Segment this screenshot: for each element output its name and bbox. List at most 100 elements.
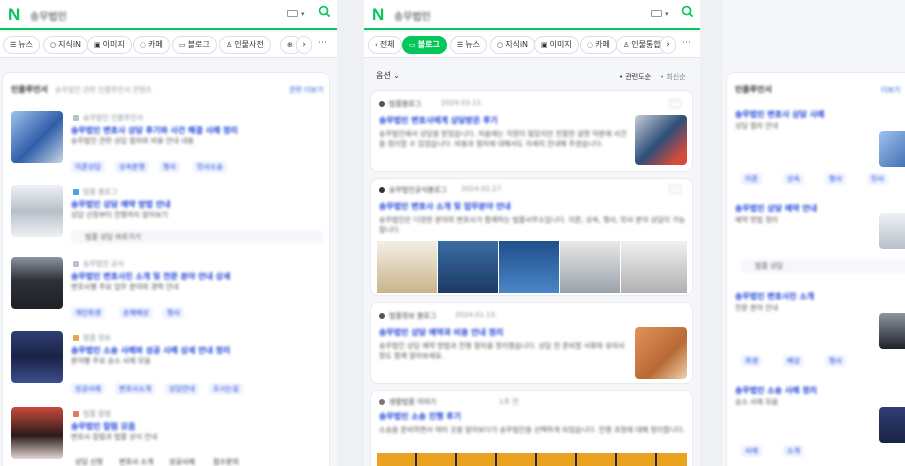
section-more-link[interactable]: 관련 더보기 [289,85,323,95]
result-thumbnail[interactable] [11,111,63,163]
sort-latest[interactable]: • 최신순 [660,72,686,82]
result-source[interactable]: 법률 칼럼 [83,409,111,419]
keyword-chip[interactable]: 배상 [783,355,804,367]
result-thumbnail[interactable] [879,213,905,249]
post-author[interactable]: 송무법인공식블로그 [389,185,447,195]
keyword-chip[interactable]: 상담 신청 [71,456,107,466]
keyword-chip[interactable]: 상속분쟁 [115,161,149,173]
result-title[interactable]: 송무법인 변호사 상담 사례 [735,109,875,120]
keyword-chip[interactable]: 손해배상 [119,307,153,319]
tab-image[interactable]: ▣ 이미지 [87,36,132,54]
post-image[interactable] [499,241,559,293]
search-icon[interactable] [681,5,694,18]
keyword-chip[interactable]: 형사 [159,161,180,173]
result-title[interactable]: 송무법인 변호사진 소개 [735,291,875,302]
tab-cafe[interactable]: ◌ 카페 [580,36,617,54]
post-title[interactable]: 송무법인 변호사 소개 및 업무분야 안내 [379,201,679,212]
keyword-chip[interactable]: 성공사례 [165,456,199,466]
chevron-down-icon[interactable]: ▾ [301,10,305,18]
tab-blog[interactable]: ▭ 블로그 [172,36,217,54]
result-source[interactable]: 법률 정보 [83,333,111,343]
post-title[interactable]: 송무법인 소송 진행 후기 [379,411,679,422]
keyword-chip[interactable]: 상속 [783,173,804,185]
tabs-next-button[interactable]: › [296,36,312,54]
result-title[interactable]: 송무법인 상담 예약 방법 안내 [71,199,323,210]
post-title[interactable]: 송무법인 변호사에게 상담받은 후기 [379,115,629,126]
influencer-section: 인플루언서 더보기 송무법인 변호사 상담 사례 상담 절차 안내 이혼 상속 … [726,72,905,466]
result-thumbnail[interactable] [11,185,63,237]
result-title[interactable]: 송무법인 변호사진 소개 및 전문 분야 안내 상세 [71,271,323,282]
post-author[interactable]: 생활법률 이야기 [389,397,436,407]
keyword-chip[interactable]: 형사 [825,355,846,367]
result-thumbnail[interactable] [879,131,905,167]
tab-news[interactable]: ☰ 뉴스 [3,36,41,54]
keyword-chip[interactable]: 회생 [741,355,762,367]
keyword-chip[interactable]: 변호사소개 [115,383,156,395]
tab-news[interactable]: ☰ 뉴스 [450,36,488,54]
post-thumbnail[interactable] [635,115,687,165]
result-thumbnail[interactable] [879,407,905,443]
more-icon[interactable]: ⋯ [318,38,328,48]
sort-relevance[interactable]: • 관련도순 [619,72,651,82]
post-image[interactable] [621,241,687,293]
keyword-chip[interactable]: 형사 [163,307,184,319]
result-thumbnail[interactable] [11,331,63,383]
tabs-next-button[interactable]: › [660,36,676,54]
naver-logo[interactable]: N [372,5,384,25]
keyword-chip[interactable]: 접수문의 [209,456,243,466]
result-title[interactable]: 송무법인 변호사 상담 후기와 사건 해결 사례 정리 [71,125,323,136]
tab-blog[interactable]: ▭ 블로그 [402,36,447,54]
keyword-chip[interactable]: 형사 [825,173,846,185]
tab-kin[interactable]: ○ 지식iN [43,36,89,54]
tab-all[interactable]: ‹ 전체 [368,36,402,54]
result-thumbnail[interactable] [879,313,905,349]
keyword-chip[interactable]: 개인회생 [71,307,105,319]
keyword-chip[interactable]: 민사 [867,173,888,185]
tab-kin[interactable]: ○ 지식iN [490,36,536,54]
search-input[interactable]: 송무법인 [394,8,431,23]
keyword-chip[interactable]: 이혼상담 [71,161,105,173]
keyword-chip[interactable]: 상담안내 [165,383,199,395]
post-author[interactable]: 법률블로그 [389,99,421,109]
post-image-strip[interactable] [377,453,687,466]
post-image[interactable] [377,241,437,293]
related-link-bar[interactable]: 법률 상담 [741,259,905,273]
result-source[interactable]: 송무법인 공식 [83,259,124,269]
result-source[interactable]: 송무법인 인플루언서 [83,113,143,123]
more-icon[interactable]: ⋯ [682,38,692,48]
result-thumbnail[interactable] [11,407,63,459]
keyword-chip[interactable]: 성공사례 [71,383,105,395]
result-thumbnail[interactable] [11,257,63,309]
chevron-down-icon[interactable]: ▾ [665,10,669,18]
related-link-bar[interactable]: 법률 상담 바로가기 [71,230,323,244]
search-results-panel-blog: N 송무법인 ▾ ‹ 전체 ▭ 블로그 ☰ 뉴스 ○ 지식iN ▣ 이미지 ◌ 카페 ♙ 인물… [364,0,700,466]
tab-people[interactable]: ♙ 인물사전 [219,36,271,54]
tab-cafe[interactable]: ◌ 카페 [133,36,170,54]
post-author[interactable]: 법률정보 블로그 [389,311,436,321]
keyboard-icon[interactable] [287,10,298,17]
section-more-link[interactable]: 더보기 [881,85,900,95]
result-title[interactable]: 송무법인 소송 사례 정리 [735,385,875,396]
more-options-icon[interactable]: ··· [669,99,681,108]
post-image[interactable] [438,241,498,293]
keyword-chip[interactable]: 변호사 소개 [115,456,157,466]
result-title[interactable]: 송무법인 상담 예약 안내 [735,203,875,214]
search-input[interactable]: 송무법인 [30,8,67,23]
result-title[interactable]: 송무법인 칼럼 모음 [71,421,323,432]
post-image[interactable] [560,241,620,293]
keyword-chip[interactable]: 이혼 [741,173,762,185]
naver-logo[interactable]: N [8,5,20,25]
keyword-chip[interactable]: 사례 [741,445,762,457]
result-title[interactable]: 송무법인 소송 사례와 성공 사례 상세 안내 정리 [71,345,323,356]
keyword-chip[interactable]: 민사소송 [193,161,227,173]
result-source[interactable]: 법률 블로그 [83,187,117,197]
more-options-icon[interactable]: ··· [669,185,681,194]
tab-image[interactable]: ▣ 이미지 [534,36,579,54]
filter-options[interactable]: 옵션 ⌄ [376,70,400,81]
post-thumbnail[interactable] [635,327,687,379]
post-title[interactable]: 송무법인 상담 예약과 비용 안내 정리 [379,327,629,338]
keyword-chip[interactable]: 오시는길 [209,383,243,395]
keyword-chip[interactable]: 소개 [783,445,804,457]
search-icon[interactable] [318,5,331,18]
keyboard-icon[interactable] [651,10,662,17]
